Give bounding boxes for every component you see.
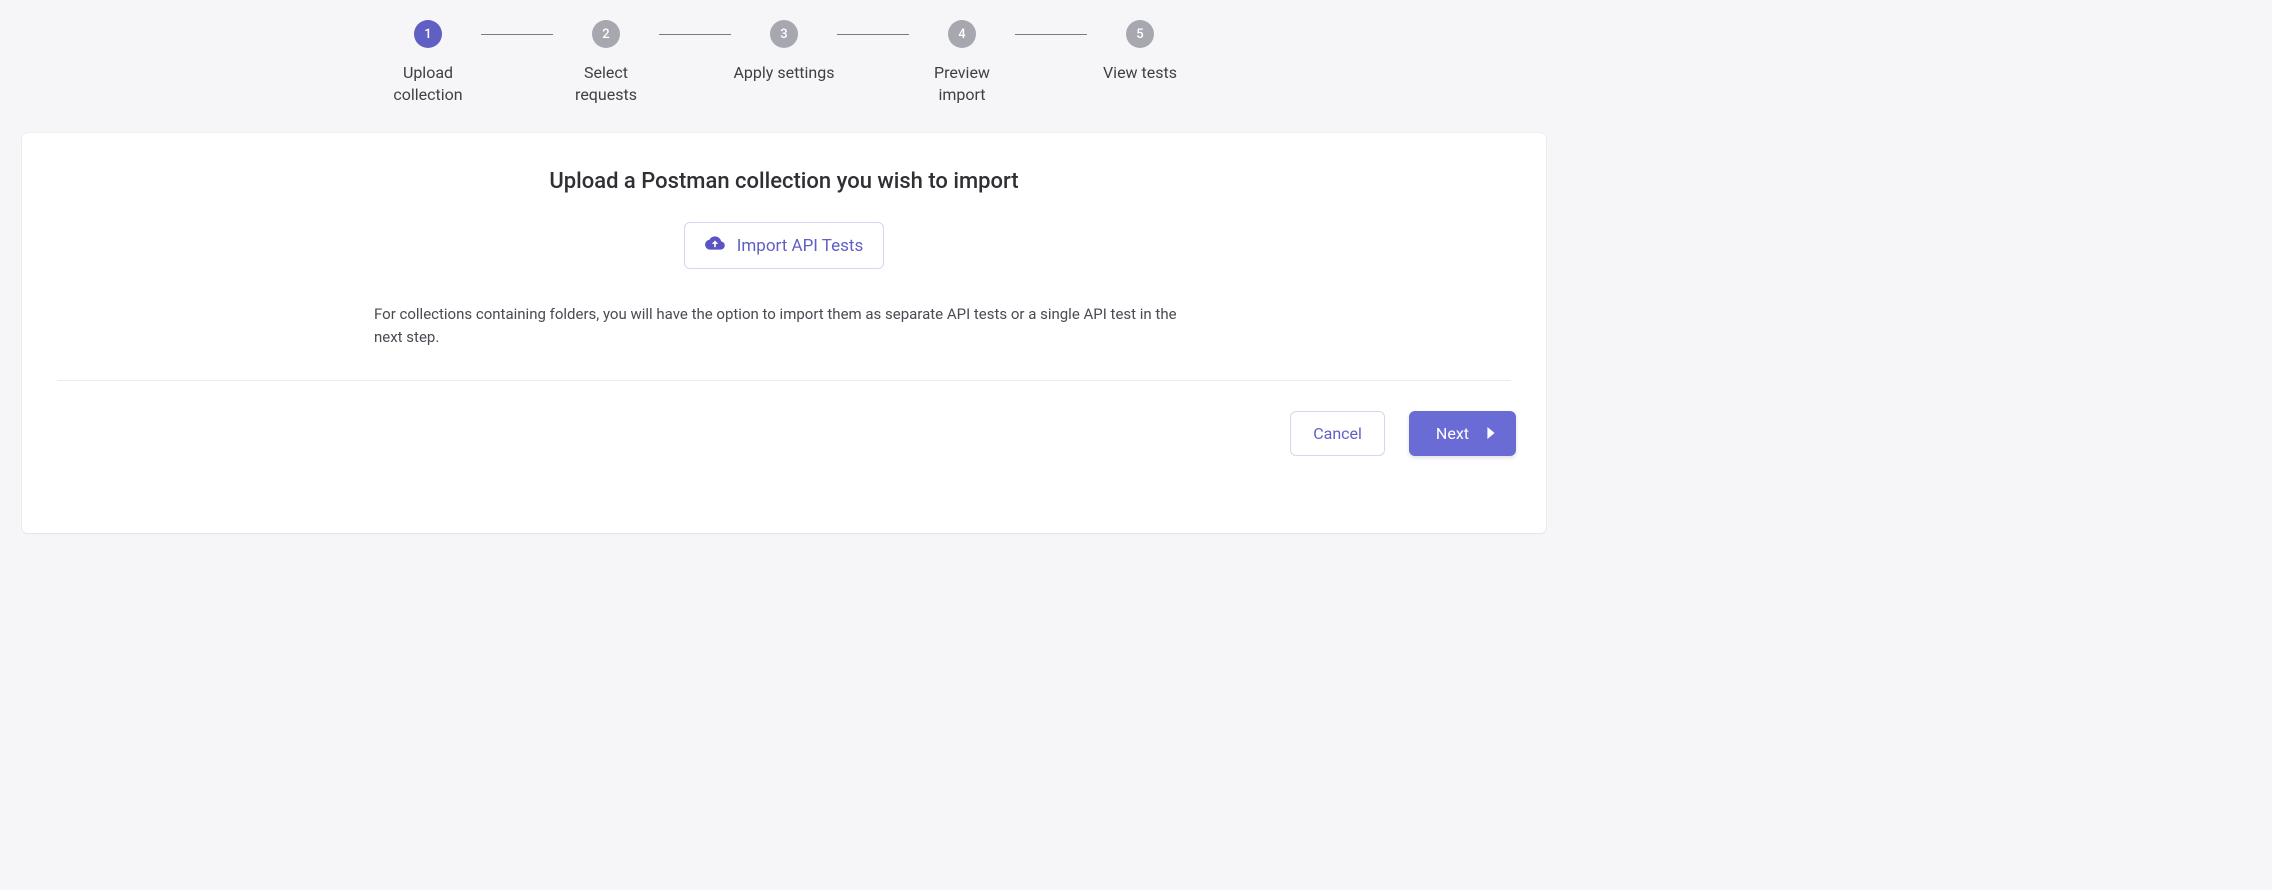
step-connector (481, 34, 553, 35)
helper-text: For collections containing folders, you … (374, 303, 1194, 350)
step-view-tests[interactable]: 5 View tests (1087, 20, 1193, 84)
step-label: Preview import (909, 62, 1015, 105)
chevron-right-icon (1487, 424, 1495, 443)
step-label: View tests (1103, 62, 1177, 84)
step-upload-collection[interactable]: 1 Upload collection (375, 20, 481, 105)
step-label: Select requests (553, 62, 659, 105)
step-label: Apply settings (733, 62, 834, 84)
wizard-card: Upload a Postman collection you wish to … (22, 133, 1546, 533)
footer-actions: Cancel Next (1290, 411, 1516, 456)
next-button-label: Next (1436, 424, 1469, 443)
step-apply-settings[interactable]: 3 Apply settings (731, 20, 837, 84)
wizard-stepper: 1 Upload collection 2 Select requests 3 … (0, 0, 1568, 133)
step-number: 4 (948, 20, 976, 48)
step-select-requests[interactable]: 2 Select requests (553, 20, 659, 105)
import-api-tests-button[interactable]: Import API Tests (684, 222, 885, 269)
cancel-button[interactable]: Cancel (1290, 411, 1385, 456)
divider (57, 380, 1511, 381)
step-number: 2 (592, 20, 620, 48)
step-number: 5 (1126, 20, 1154, 48)
step-number: 3 (770, 20, 798, 48)
step-connector (659, 34, 731, 35)
card-heading: Upload a Postman collection you wish to … (549, 169, 1018, 194)
import-button-label: Import API Tests (737, 236, 864, 256)
step-number: 1 (414, 20, 442, 48)
next-button[interactable]: Next (1409, 411, 1516, 456)
step-label: Upload collection (375, 62, 481, 105)
step-preview-import[interactable]: 4 Preview import (909, 20, 1015, 105)
step-connector (837, 34, 909, 35)
step-connector (1015, 34, 1087, 35)
cloud-upload-icon (705, 235, 725, 256)
